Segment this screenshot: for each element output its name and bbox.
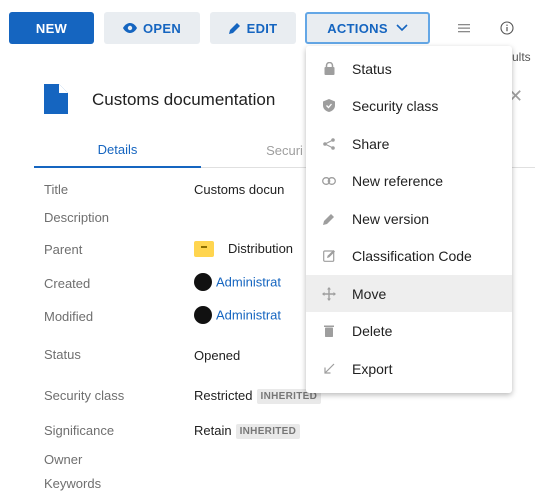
export-arrow-icon	[306, 363, 352, 374]
eye-icon	[122, 23, 137, 33]
significance-value: Retain	[194, 423, 232, 438]
parent-name: Distribution	[228, 241, 294, 256]
field-label-significance: Significance	[44, 423, 115, 438]
menu-item-move[interactable]: Move	[306, 275, 512, 312]
field-label-keywords: Keywords	[44, 476, 102, 491]
modified-by: Administrat	[216, 307, 282, 323]
pencil-icon	[306, 213, 352, 225]
actions-menu: Status Security class Share New referenc…	[306, 46, 512, 393]
created-by: Administrat	[216, 274, 282, 290]
menu-item-label: Move	[352, 285, 387, 302]
menu-item-label: New version	[352, 210, 430, 227]
menu-item-delete[interactable]: Delete	[306, 312, 512, 349]
field-label-title: Title	[44, 182, 69, 197]
lock-icon	[306, 62, 352, 75]
info-icon[interactable]	[499, 20, 515, 36]
menu-item-label: Status	[352, 60, 392, 77]
avatar	[194, 273, 212, 291]
actions-button-label: ACTIONS	[327, 20, 388, 36]
document-title: Customs documentation	[92, 90, 276, 109]
edit-box-icon	[306, 249, 352, 262]
menu-item-new-version[interactable]: New version	[306, 200, 512, 237]
pencil-icon	[228, 22, 241, 34]
menu-item-label: Delete	[352, 322, 393, 339]
menu-item-new-reference[interactable]: New reference	[306, 162, 512, 199]
results-partial-text: ults	[512, 50, 531, 64]
field-label-status: Status	[44, 347, 81, 362]
menu-item-share[interactable]: Share	[306, 125, 512, 162]
shield-icon	[306, 99, 352, 112]
folder-icon	[194, 240, 214, 257]
menu-item-label: Share	[352, 135, 390, 152]
menu-item-classification-code[interactable]: Classification Code	[306, 237, 512, 274]
inherited-badge: INHERITED	[235, 424, 301, 440]
field-label-description: Description	[44, 210, 110, 225]
chevron-down-icon	[396, 24, 408, 32]
field-label-modified: Modified	[44, 309, 94, 324]
field-value-modified[interactable]: Administrat	[194, 306, 282, 325]
menu-item-status[interactable]: Status	[306, 50, 512, 87]
field-value-significance: Retain INHERITED	[194, 423, 301, 440]
avatar	[194, 306, 212, 324]
share-icon	[306, 137, 352, 150]
menu-item-label: Classification Code	[352, 247, 472, 264]
field-value-status: Opened	[194, 348, 241, 363]
move-icon	[306, 286, 352, 301]
tab-details[interactable]: Details	[34, 132, 201, 168]
new-button-label: NEW	[35, 20, 68, 36]
field-value-parent[interactable]: Distribution	[194, 240, 294, 258]
trash-icon	[306, 325, 352, 337]
menu-item-label: Export	[352, 360, 393, 377]
field-value-title: Customs docun	[194, 182, 285, 197]
menu-item-security-class[interactable]: Security class	[306, 87, 512, 124]
new-button[interactable]: NEW	[9, 12, 94, 44]
document-icon	[44, 84, 68, 117]
menu-item-label: Security class	[352, 97, 439, 114]
open-button[interactable]: OPEN	[104, 12, 200, 44]
security-class-value: Restricted	[194, 388, 253, 403]
edit-button[interactable]: EDIT	[210, 12, 296, 44]
open-button-label: OPEN	[142, 20, 182, 36]
field-label-security-class: Security class	[44, 388, 125, 403]
field-label-parent: Parent	[44, 242, 83, 257]
link-icon	[306, 176, 352, 185]
field-value-created[interactable]: Administrat	[194, 273, 282, 292]
edit-button-label: EDIT	[246, 20, 278, 36]
actions-button[interactable]: ACTIONS	[305, 12, 430, 44]
list-icon[interactable]	[456, 20, 472, 36]
field-label-owner: Owner	[44, 452, 83, 467]
field-value-security-class: Restricted INHERITED	[194, 388, 322, 405]
menu-item-export[interactable]: Export	[306, 350, 512, 387]
menu-item-label: New reference	[352, 172, 444, 189]
field-label-created: Created	[44, 276, 91, 291]
